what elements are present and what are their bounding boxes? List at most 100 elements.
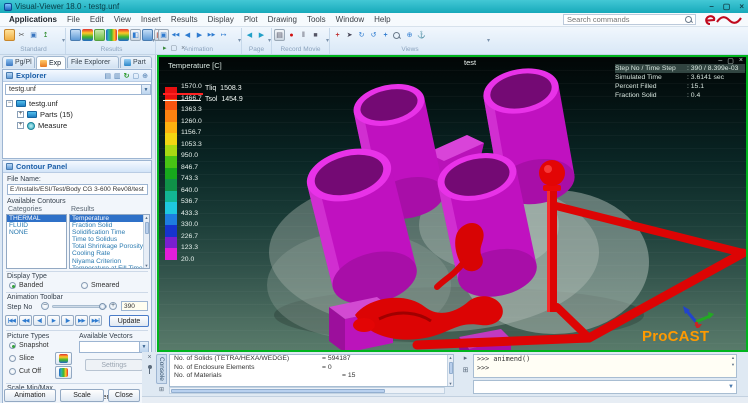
orbit-view-icon[interactable]: ↺ [368, 29, 379, 41]
expand-icon[interactable]: + [17, 122, 24, 129]
smeared-radio[interactable]: Smeared [81, 282, 119, 289]
zoom-window-icon[interactable] [392, 29, 403, 41]
cut-icon[interactable]: ✂ [16, 29, 27, 41]
tree-item-parts[interactable]: + Parts (15) [6, 109, 73, 120]
python-command-input[interactable]: ▼ [473, 380, 737, 394]
group-overflow-icon[interactable]: ▾ [487, 37, 490, 44]
scroll-up-icon[interactable]: ▲ [449, 355, 453, 360]
dock-float-icon[interactable]: ▸ [163, 44, 167, 52]
pane-grid-icon[interactable]: ⊞ [463, 366, 469, 374]
contour-bands-icon[interactable] [82, 29, 93, 41]
tab-part[interactable]: Part [120, 56, 152, 68]
menu-plot[interactable]: Plot [239, 13, 263, 27]
slice-tool-button[interactable] [55, 352, 72, 365]
select-pointer-icon[interactable]: ➤ [344, 29, 355, 41]
menu-applications[interactable]: Applications [4, 13, 62, 27]
close-button[interactable]: × [739, 0, 744, 13]
step-increment-icon[interactable]: + [109, 302, 117, 310]
next-page-icon[interactable]: ▶ [256, 29, 267, 41]
animation-button[interactable]: Animation [4, 389, 56, 402]
menu-window[interactable]: Window [331, 13, 369, 27]
refresh-icon[interactable]: ↻ [124, 72, 130, 80]
dock-restore-icon[interactable]: ▢ [171, 44, 178, 52]
results-list[interactable]: Temperature Fraction Solid Solidificatio… [69, 214, 150, 269]
pan-view-icon[interactable]: + [380, 29, 391, 41]
step-back-icon[interactable]: ◀ [182, 29, 193, 41]
fast-forward-button[interactable]: ▶▶ [75, 315, 88, 326]
sort-icon[interactable]: ▥ [114, 72, 121, 80]
scroll-up-icon[interactable]: ▲ [731, 355, 735, 360]
step-value-field[interactable]: 390 [121, 301, 148, 311]
result-list-icon[interactable] [70, 29, 81, 41]
snapshot-radio[interactable]: Snapshot [9, 342, 49, 349]
search-icon[interactable] [684, 15, 693, 24]
menu-results[interactable]: Results [166, 13, 203, 27]
step-slider-thumb[interactable] [99, 303, 106, 310]
export-animation-icon[interactable]: ↦ [218, 29, 229, 41]
model-selector-combo[interactable]: testg.unf ▼ [5, 84, 151, 95]
scrollbar-thumb[interactable] [145, 222, 149, 234]
menu-drawing[interactable]: Drawing [263, 13, 302, 27]
group-overflow-icon[interactable]: ▾ [268, 37, 271, 44]
import-icon[interactable]: ↥ [40, 29, 51, 41]
results-scrollbar[interactable]: ▲ ▼ [143, 215, 149, 268]
frame-setup-icon[interactable]: ▣ [158, 29, 169, 41]
menu-tools[interactable]: Tools [302, 13, 331, 27]
menu-help[interactable]: Help [369, 13, 395, 27]
python-scrollbar[interactable]: ▲ ▼ [730, 355, 736, 377]
group-overflow-icon[interactable]: ▾ [62, 37, 65, 44]
list-item[interactable]: Temperature [70, 215, 143, 222]
group-overflow-icon[interactable]: ▾ [326, 37, 329, 44]
combo-arrow-icon[interactable]: ▼ [139, 342, 148, 352]
command-history-icon[interactable]: ▼ [728, 384, 734, 390]
expand-icon[interactable]: + [17, 111, 24, 118]
slice-radio[interactable]: Slice [9, 355, 34, 362]
menu-display[interactable]: Display [203, 13, 239, 27]
tree-item-model[interactable]: − testg.unf [6, 98, 73, 109]
anchor-view-icon[interactable]: ⚓ [416, 29, 427, 41]
previous-page-icon[interactable]: ◀ [244, 29, 255, 41]
categories-list[interactable]: THERMAL FLUID NONE [6, 214, 67, 269]
tab-file-explorer[interactable]: File Explorer [67, 56, 119, 68]
console-hscrollbar[interactable] [169, 387, 445, 394]
scrollbar-thumb[interactable] [171, 389, 385, 393]
collapse-icon[interactable]: − [6, 100, 13, 107]
fringe-plot-icon[interactable] [106, 29, 117, 41]
list-item[interactable]: NONE [7, 229, 66, 236]
pause-icon[interactable]: ‖ [298, 29, 309, 41]
title-bar[interactable]: Visual-Viewer 18.0 - testg.unf – ▢ × [0, 0, 748, 13]
stop-icon[interactable]: ■ [310, 29, 321, 41]
file-name-field[interactable]: E:/Installs/ESI/Test/Body CG 3-600 Rev08… [7, 184, 148, 195]
list-item[interactable]: Niyama Criterion [70, 258, 143, 265]
console-pin-icon[interactable] [147, 365, 153, 374]
list-item[interactable]: Cooling Rate [70, 250, 143, 257]
vectors-combo[interactable]: ▼ [79, 341, 149, 353]
close-panel-button[interactable]: Close [108, 389, 140, 402]
list-item[interactable]: Temperature at Fill Time [70, 265, 143, 269]
scrollbar-thumb[interactable] [449, 362, 453, 374]
step-forward-button[interactable]: |▶ [61, 315, 74, 326]
list-item[interactable]: Total Shrinkage Porosity [70, 243, 143, 250]
minimize-button[interactable]: – [709, 0, 713, 13]
fast-forward-icon[interactable]: ▶▶ [206, 29, 217, 41]
iso-surface-icon[interactable] [94, 29, 105, 41]
settings-button[interactable]: Settings [85, 359, 143, 371]
tree-item-measure[interactable]: + Measure [6, 120, 73, 131]
run-command-icon[interactable]: ▸ [464, 354, 468, 362]
dock-close-icon[interactable]: × [181, 45, 185, 52]
list-item[interactable]: FLUID [7, 222, 66, 229]
search-input[interactable] [564, 15, 684, 24]
console-tab[interactable]: Console [156, 354, 167, 384]
menu-edit[interactable]: Edit [85, 13, 109, 27]
tab-pgpl[interactable]: Pg/Pl [2, 56, 35, 68]
menu-insert[interactable]: Insert [136, 13, 166, 27]
console-expand-icon[interactable]: ⊞ [156, 386, 167, 395]
go-last-button[interactable]: ▶▶| [89, 315, 102, 326]
list-item[interactable]: Time to Solidus [70, 236, 143, 243]
vector-plot-icon[interactable] [118, 29, 129, 41]
console-scrollbar[interactable]: ▲ ▼ [447, 355, 453, 386]
console-output[interactable]: No. of Solids (TETRA/HEXA/WEDGE) = 59418… [169, 354, 454, 387]
group-overflow-icon[interactable]: ▾ [152, 37, 155, 44]
step-decrement-icon[interactable]: − [41, 302, 49, 310]
rewind-button[interactable]: ◀◀ [19, 315, 32, 326]
